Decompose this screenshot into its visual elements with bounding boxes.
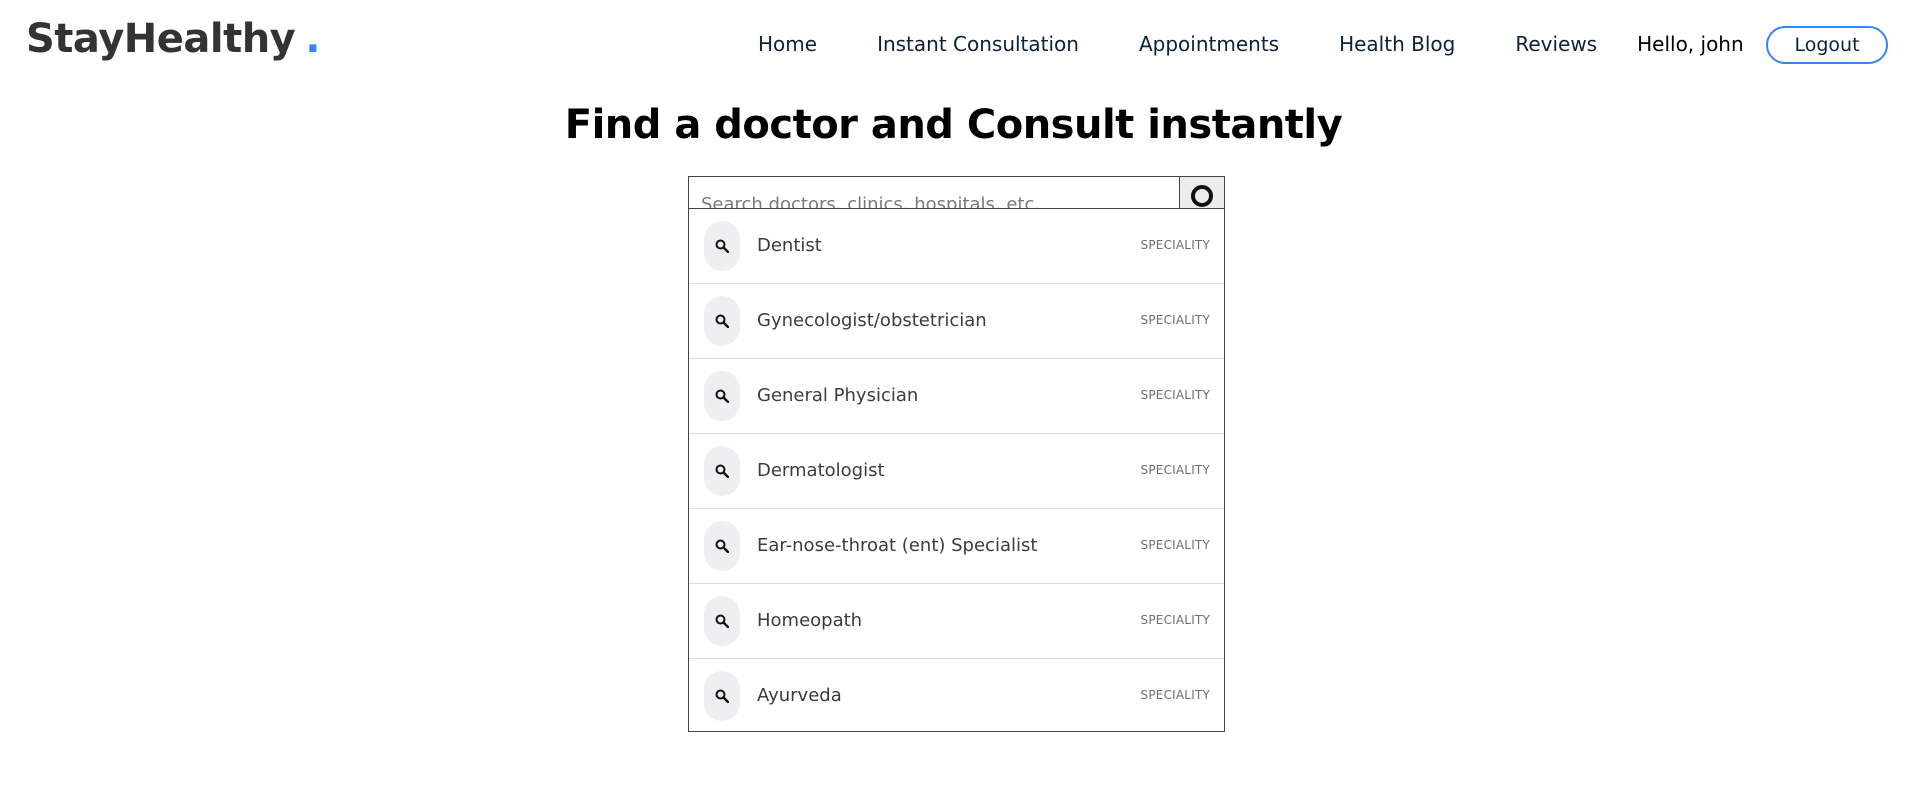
- suggestion-type-tag: SPECIALITY: [1140, 613, 1210, 627]
- suggestion-item[interactable]: Dermatologist SPECIALITY: [689, 434, 1224, 509]
- brand-dot: .: [305, 16, 320, 62]
- brand-name: StayHealthy: [26, 16, 296, 62]
- suggestion-type-tag: SPECIALITY: [1140, 688, 1210, 702]
- search-input[interactable]: [689, 177, 1180, 208]
- brand-logo[interactable]: StayHealthy.: [26, 16, 320, 62]
- logout-button[interactable]: Logout: [1766, 26, 1888, 64]
- search-icon: [1191, 185, 1213, 207]
- suggestion-type-tag: SPECIALITY: [1140, 538, 1210, 552]
- search-container: Dentist SPECIALITY Gynecologist/obstetri…: [688, 176, 1225, 732]
- nav-link-instant-consultation[interactable]: Instant Consultation: [877, 32, 1079, 56]
- suggestion-label: Ayurveda: [757, 685, 842, 706]
- search-icon: [704, 671, 740, 721]
- suggestion-label: Dentist: [757, 235, 822, 256]
- search-icon: [704, 521, 740, 571]
- nav-links: Home Instant Consultation Appointments H…: [740, 30, 1744, 58]
- nav-link-appointments[interactable]: Appointments: [1139, 32, 1279, 56]
- suggestion-label: Dermatologist: [757, 460, 885, 481]
- suggestion-label: Gynecologist/obstetrician: [757, 310, 987, 331]
- search-icon: [704, 371, 740, 421]
- user-greeting: Hello, john: [1637, 32, 1744, 56]
- suggestion-item[interactable]: Dentist SPECIALITY: [689, 209, 1224, 284]
- search-icon: [704, 596, 740, 646]
- suggestion-type-tag: SPECIALITY: [1140, 388, 1210, 402]
- suggestions-dropdown: Dentist SPECIALITY Gynecologist/obstetri…: [688, 208, 1225, 732]
- search-bar: [688, 176, 1225, 208]
- search-icon: [704, 446, 740, 496]
- suggestion-item[interactable]: Ayurveda SPECIALITY: [689, 659, 1224, 731]
- suggestion-type-tag: SPECIALITY: [1140, 313, 1210, 327]
- nav-link-health-blog[interactable]: Health Blog: [1339, 32, 1455, 56]
- nav-link-reviews[interactable]: Reviews: [1515, 32, 1597, 56]
- suggestion-item[interactable]: Ear-nose-throat (ent) Specialist SPECIAL…: [689, 509, 1224, 584]
- search-icon: [704, 221, 740, 271]
- suggestion-type-tag: SPECIALITY: [1140, 238, 1210, 252]
- search-icon: [704, 296, 740, 346]
- nav-link-home[interactable]: Home: [758, 32, 817, 56]
- suggestion-item[interactable]: General Physician SPECIALITY: [689, 359, 1224, 434]
- search-button[interactable]: [1179, 177, 1224, 208]
- suggestion-label: General Physician: [757, 385, 919, 406]
- suggestion-type-tag: SPECIALITY: [1140, 463, 1210, 477]
- suggestion-item[interactable]: Gynecologist/obstetrician SPECIALITY: [689, 284, 1224, 359]
- navbar: StayHealthy. Home Instant Consultation A…: [0, 0, 1907, 86]
- suggestion-label: Homeopath: [757, 610, 863, 631]
- suggestion-label: Ear-nose-throat (ent) Specialist: [757, 535, 1038, 556]
- page-title: Find a doctor and Consult instantly: [564, 102, 1343, 148]
- suggestion-item[interactable]: Homeopath SPECIALITY: [689, 584, 1224, 659]
